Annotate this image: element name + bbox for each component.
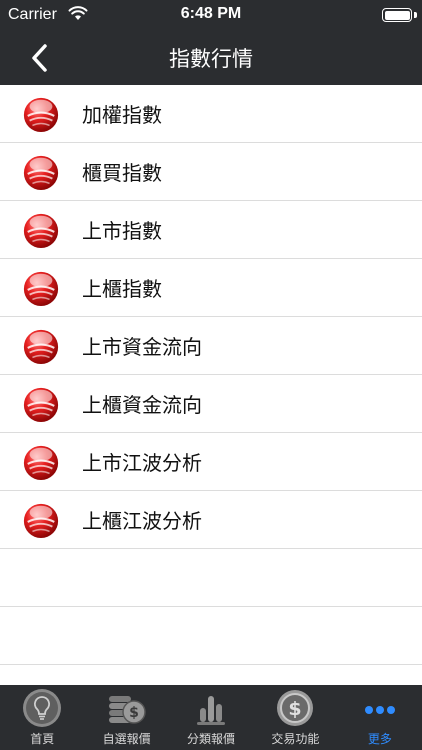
list-item[interactable]: 櫃買指數 [0,143,422,201]
more-dots-icon [364,706,395,714]
carrier-label: Carrier [8,6,57,23]
list-item-label: 上櫃指數 [82,277,162,301]
back-button[interactable] [20,38,60,78]
list-item-label: 上市江波分析 [82,451,202,475]
red-ball-icon [22,95,60,133]
battery-icon [382,8,412,22]
tab-label: 更多 [367,732,392,746]
wifi-icon [68,6,88,20]
dollar-coin-icon: $ [277,690,314,726]
list-item[interactable]: 上櫃指數 [0,259,422,317]
tab-label: 分類報價 [187,732,236,746]
red-ball-icon [22,211,60,249]
bar-chart-icon [197,696,226,725]
tab-category-quotes[interactable]: 分類報價 [169,685,253,750]
page-title: 指數行情 [169,47,253,71]
index-list: 加權指數 櫃買指數 上市指數 上櫃指數 上市資金流向 上櫃資金流向 上市江波分析… [0,85,422,685]
red-ball-icon [22,385,60,423]
tab-home[interactable]: 首頁 [0,685,84,750]
status-bar: Carrier 6:48 PM [0,0,422,30]
empty-row [0,607,422,665]
list-item[interactable]: 上市資金流向 [0,317,422,375]
nav-bar: 指數行情 [0,30,422,85]
list-item[interactable]: 上櫃資金流向 [0,375,422,433]
red-ball-icon [22,269,60,307]
chevron-left-icon [32,44,47,72]
coin-stack-icon: $ [108,696,146,724]
header: Carrier 6:48 PM 指數行情 [0,0,422,85]
list-item[interactable]: 上櫃江波分析 [0,491,422,549]
list-item-label: 上市資金流向 [82,335,202,359]
tab-label: 首頁 [30,732,55,746]
red-ball-icon [22,327,60,365]
status-time: 6:48 PM [180,5,242,22]
tab-more[interactable]: 更多 [338,685,422,750]
list-item-label: 上市指數 [82,219,162,243]
tab-trading[interactable]: $ 交易功能 [253,685,337,750]
red-ball-icon [22,153,60,191]
list-item[interactable]: 加權指數 [0,85,422,143]
red-ball-icon [22,501,60,539]
list-item-label: 加權指數 [82,103,162,127]
list-item[interactable]: 上市指數 [0,201,422,259]
lightbulb-icon [23,689,62,727]
tab-label: 交易功能 [271,732,320,746]
list-item-label: 上櫃江波分析 [82,509,202,533]
empty-row [0,549,422,607]
tab-label: 自選報價 [102,732,151,746]
list-item-label: 櫃買指數 [82,161,162,185]
battery-nub [414,12,417,18]
tab-watchlist[interactable]: $ 自選報價 [84,685,168,750]
svg-text:$: $ [289,698,302,720]
svg-text:$: $ [129,705,139,721]
tab-bar: 首頁 $ 自選報價 分類報價 $ 交易功能 更多 [0,685,422,750]
red-ball-icon [22,443,60,481]
list-item-label: 上櫃資金流向 [82,393,202,417]
list-item[interactable]: 上市江波分析 [0,433,422,491]
